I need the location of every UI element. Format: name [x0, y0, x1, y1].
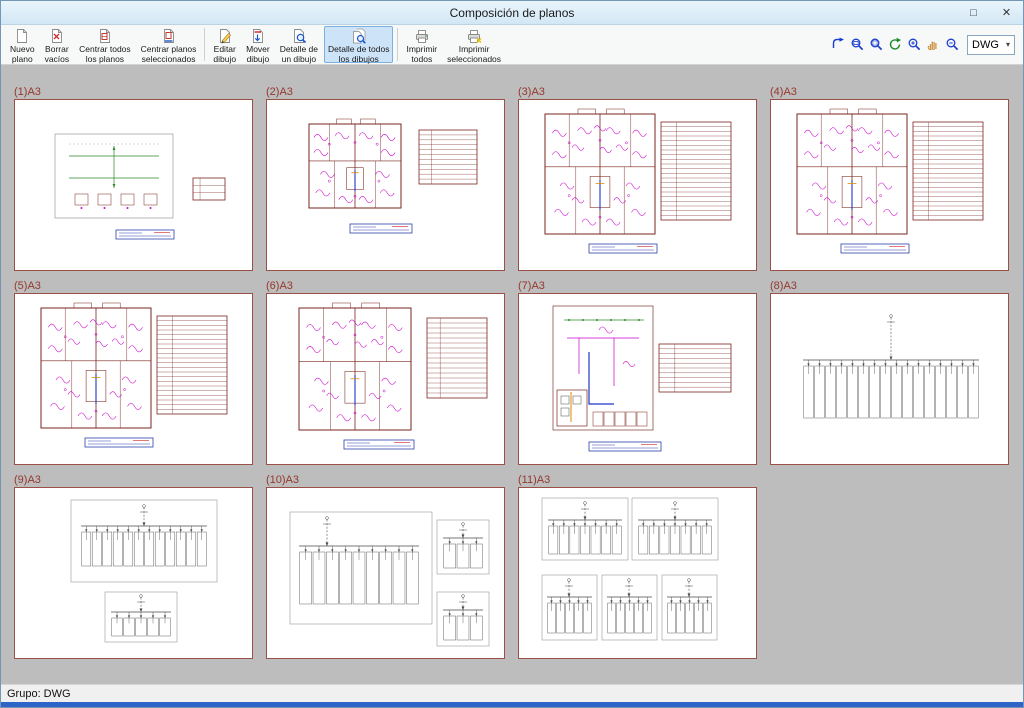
close-button[interactable]: ✕ — [990, 1, 1023, 24]
toolbar: Nuevo plano Borrar vacíos Centrar todos … — [1, 25, 1023, 65]
sheet-canvas[interactable] — [518, 487, 757, 659]
edit-drawing-button[interactable]: Editar dibujo — [209, 26, 240, 63]
zoom-extents-icon[interactable] — [867, 36, 885, 54]
button-label: Imprimir todos — [406, 44, 437, 64]
center-selected-plans-button[interactable]: Centrar planos seleccionados — [137, 26, 201, 63]
sheet-item: (6)A3 — [266, 280, 505, 465]
zoom-out-icon[interactable] — [943, 36, 961, 54]
app-window: Composición de planos □ ✕ Nuevo plano Bo… — [0, 0, 1024, 708]
format-select[interactable]: DWG ▾ — [967, 35, 1015, 55]
button-label: Mover dibujo — [246, 44, 270, 64]
plan-area: (1)A3 (2)A3 (3)A3 (4)A3 (5)A3 (6)A3 (7)A3 (8)A3… — [1, 65, 1023, 684]
move-drawing-button[interactable]: Mover dibujo — [242, 26, 274, 63]
sheet-label: (11)A3 — [518, 474, 757, 487]
sheet-item: (11)A3 — [518, 474, 757, 659]
button-label: Detalle de un dibujo — [280, 44, 318, 64]
maximize-button[interactable]: □ — [957, 1, 990, 24]
statusbar: Grupo: DWG — [1, 684, 1023, 702]
view-toolbar — [829, 26, 961, 63]
print-all-icon — [414, 28, 430, 44]
sheet-label: (10)A3 — [266, 474, 505, 487]
sheet-item: (3)A3 — [518, 86, 757, 271]
toolbar-separator — [397, 28, 398, 61]
button-label: Detalle de todos los dibujos — [328, 44, 389, 64]
button-label: Centrar planos seleccionados — [141, 44, 197, 64]
sheet-canvas[interactable] — [266, 293, 505, 465]
edit-drawing-icon — [217, 28, 233, 44]
delete-empty-icon — [49, 28, 65, 44]
sheet-item: (9)A3 — [14, 474, 253, 659]
statusbar-text: Grupo: DWG — [7, 688, 71, 700]
chevron-down-icon: ▾ — [1006, 40, 1010, 49]
sheet-canvas[interactable] — [14, 487, 253, 659]
new-plan-button[interactable]: Nuevo plano — [6, 26, 39, 63]
sheet-item: (7)A3 — [518, 280, 757, 465]
print-all-button[interactable]: Imprimir todos — [402, 26, 441, 63]
sheet-label: (6)A3 — [266, 280, 505, 293]
print-selected-button[interactable]: Imprimir seleccionados — [443, 26, 505, 63]
new-plan-icon — [14, 28, 30, 44]
sheet-item: (5)A3 — [14, 280, 253, 465]
toolbar-spacer — [506, 26, 829, 63]
sheet-canvas[interactable] — [266, 487, 505, 659]
delete-empty-button[interactable]: Borrar vacíos — [41, 26, 74, 63]
detail-all-drawings-button[interactable]: Detalle de todos los dibujos — [324, 26, 393, 63]
zoom-in-icon[interactable] — [905, 36, 923, 54]
sheet-label: (7)A3 — [518, 280, 757, 293]
pan-icon[interactable] — [924, 36, 942, 54]
center-selected-plans-icon — [161, 28, 177, 44]
toolbar-separator — [204, 28, 205, 61]
sheet-item: (4)A3 — [770, 86, 1009, 271]
sheet-label: (9)A3 — [14, 474, 253, 487]
sheet-canvas[interactable] — [14, 99, 253, 271]
sheet-canvas[interactable] — [770, 99, 1009, 271]
move-drawing-icon — [250, 28, 266, 44]
sheet-item: (1)A3 — [14, 86, 253, 271]
sheet-canvas[interactable] — [770, 293, 1009, 465]
redraw-icon[interactable] — [886, 36, 904, 54]
sheet-item: (8)A3 — [770, 280, 1009, 465]
button-label: Imprimir seleccionados — [447, 44, 501, 64]
sheet-item: (10)A3 — [266, 474, 505, 659]
window-title: Composición de planos — [67, 6, 957, 20]
previous-view-icon[interactable] — [829, 36, 847, 54]
format-select-value: DWG — [972, 39, 999, 51]
sheet-label: (2)A3 — [266, 86, 505, 99]
sheet-label: (8)A3 — [770, 280, 1009, 293]
sheet-canvas[interactable] — [266, 99, 505, 271]
detail-one-drawing-button[interactable]: Detalle de un dibujo — [276, 26, 322, 63]
detail-one-drawing-icon — [291, 28, 307, 44]
sheet-label: (4)A3 — [770, 86, 1009, 99]
zoom-window-icon[interactable] — [848, 36, 866, 54]
center-all-plans-button[interactable]: Centrar todos los planos — [75, 26, 135, 63]
button-label: Centrar todos los planos — [79, 44, 131, 64]
taskbar-edge — [1, 702, 1023, 707]
sheet-canvas[interactable] — [14, 293, 253, 465]
detail-all-drawings-icon — [351, 28, 367, 44]
titlebar: Composición de planos □ ✕ — [1, 1, 1023, 25]
sheet-item: (2)A3 — [266, 86, 505, 271]
sheet-label: (1)A3 — [14, 86, 253, 99]
button-label: Nuevo plano — [10, 44, 35, 64]
button-label: Editar dibujo — [213, 44, 236, 64]
center-all-plans-icon — [97, 28, 113, 44]
button-label: Borrar vacíos — [45, 44, 70, 64]
sheet-label: (3)A3 — [518, 86, 757, 99]
sheet-canvas[interactable] — [518, 293, 757, 465]
print-selected-icon — [466, 28, 482, 44]
sheet-grid: (1)A3 (2)A3 (3)A3 (4)A3 (5)A3 (6)A3 (7)A3 (8)A3… — [14, 86, 1023, 668]
sheet-label: (5)A3 — [14, 280, 253, 293]
sheet-canvas[interactable] — [518, 99, 757, 271]
